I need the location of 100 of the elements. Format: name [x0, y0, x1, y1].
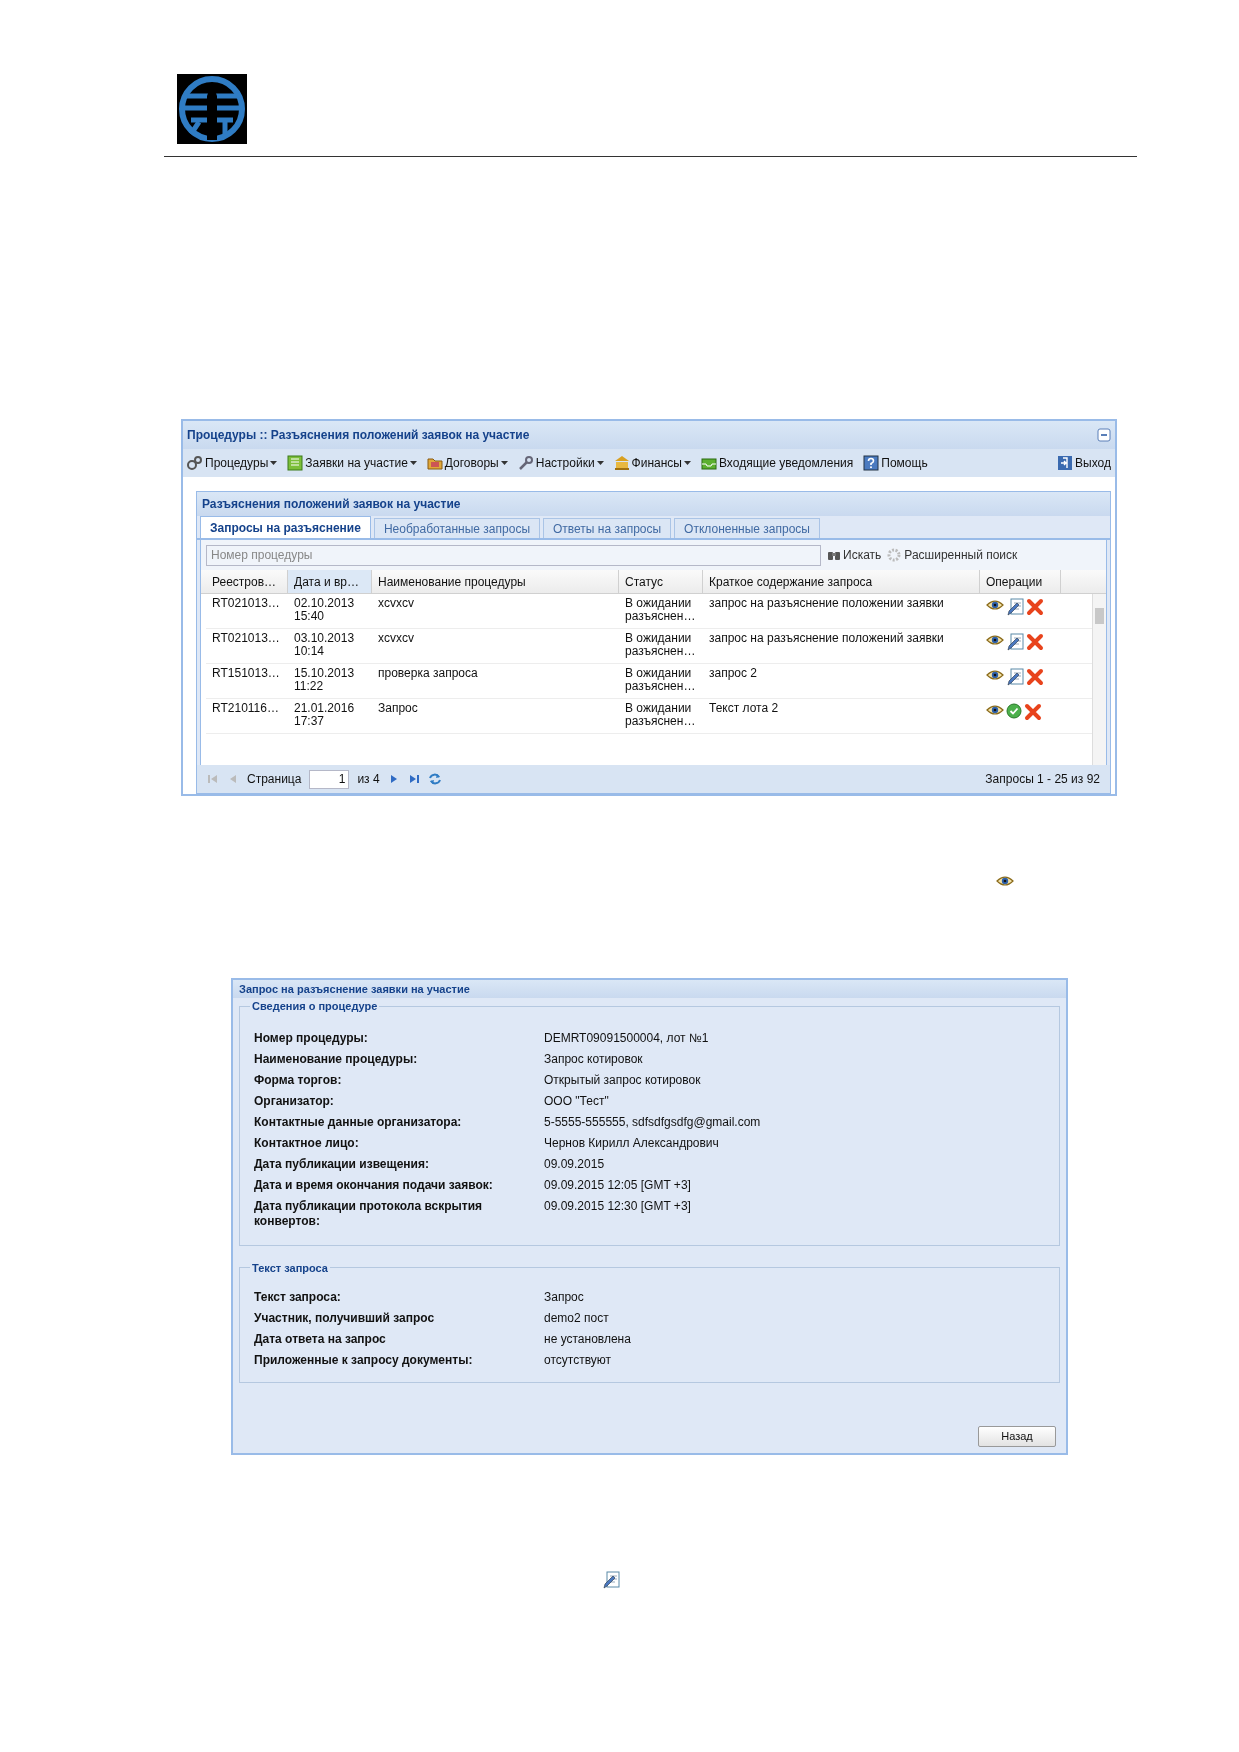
edit-document-icon[interactable]	[1006, 633, 1024, 651]
collapse-icon[interactable]	[1097, 428, 1111, 442]
gear-icon	[887, 548, 902, 562]
edit-document-icon[interactable]	[602, 1571, 620, 1589]
column-header[interactable]: Наименование процедуры	[372, 570, 619, 593]
exit-icon	[1057, 455, 1074, 471]
delete-icon[interactable]	[1024, 703, 1042, 721]
tab[interactable]: Отклоненные запросы	[674, 518, 820, 538]
table-cell-text: 03.10.2013 10:14	[293, 630, 356, 660]
field-label: Дата и время окончания подачи заявок:	[254, 1177, 494, 1193]
table-cell-text: 21.01.2016 17:37	[293, 700, 356, 730]
field-label: Наименование процедуры:	[254, 1051, 419, 1067]
field-label: Организатор:	[254, 1093, 335, 1109]
section-legend: Текст запроса	[250, 1259, 330, 1276]
field-value: DEMRT09091500004, лот №1	[544, 1030, 709, 1046]
column-header[interactable]: Статус	[619, 570, 703, 593]
field-label: Дата публикации протокола вскрытия конвертов:	[254, 1198, 484, 1229]
column-header[interactable]: Операции	[980, 570, 1061, 593]
folder-icon	[426, 455, 443, 471]
field-label: Текст запроса:	[254, 1290, 342, 1305]
page-field[interactable]: 1	[309, 769, 350, 789]
field-label: Дата публикации извещения:	[254, 1156, 430, 1172]
table-cell-text: запрос 2	[708, 665, 759, 682]
delete-icon[interactable]	[1026, 598, 1044, 616]
table-cell-text: проверка запроса	[377, 665, 479, 682]
field-value: Запрос	[544, 1290, 584, 1305]
menu-button[interactable]: Процедуры	[187, 454, 278, 472]
field-value: Запрос котировок	[544, 1051, 643, 1067]
last-page-icon[interactable]	[407, 773, 420, 785]
page-label: Страница	[247, 771, 302, 788]
eye-icon[interactable]	[986, 598, 1004, 612]
delete-icon[interactable]	[1026, 668, 1044, 686]
table-cell-text: В ожидании разъяснен…	[624, 595, 697, 625]
back-button[interactable]: Назад	[978, 1426, 1056, 1447]
section-legend: Сведения о процедуре	[250, 998, 380, 1015]
wrench-icon	[517, 455, 534, 471]
table-cell-text: В ожидании разъяснен…	[624, 700, 697, 730]
table-cell-text: 15.10.2013 11:22	[293, 665, 356, 695]
delete-icon[interactable]	[1026, 633, 1044, 651]
gears-icon	[187, 455, 203, 471]
logo	[177, 74, 247, 144]
field-label: Контактные данные организатора:	[254, 1114, 463, 1130]
field-value: отсутствуют	[544, 1353, 611, 1368]
edit-document-icon[interactable]	[1006, 668, 1024, 686]
check-icon[interactable]	[1006, 703, 1022, 719]
column-header[interactable]: Дата и вр…	[288, 570, 372, 593]
field-value: ООО "Тест"	[544, 1093, 609, 1109]
field-value: 5-5555-555555, sdfsdfgsdfg@gmail.com	[544, 1114, 761, 1130]
table-cell-text: xcvxcv	[377, 595, 415, 612]
field-label: Номер процедуры:	[254, 1030, 369, 1046]
panel-title: Разъяснения положений заявок на участие	[197, 492, 1110, 516]
field-value: 09.09.2015	[544, 1156, 605, 1172]
eye-icon[interactable]	[986, 633, 1004, 647]
help-icon	[863, 455, 880, 471]
table-cell-text: запрос на разъяснение положений заявки	[708, 630, 945, 647]
table-cell-text: RT021013…	[211, 595, 281, 612]
eye-icon[interactable]	[986, 668, 1004, 682]
column-header[interactable]: Краткое содержание запроса	[703, 570, 980, 593]
field-value: demo2 пост	[544, 1311, 609, 1326]
inbox-icon	[701, 455, 717, 471]
field-value: 09.09.2015 12:30 [GMT +3]	[544, 1198, 691, 1215]
table-cell-text: Запрос	[377, 700, 419, 717]
advanced-search-button[interactable]: Расширенный поиск	[887, 546, 1018, 564]
spreadsheet-icon	[287, 455, 304, 471]
field-label: Форма торгов:	[254, 1072, 343, 1088]
tab[interactable]: Ответы на запросы	[543, 518, 672, 538]
tab[interactable]: Запросы на разъяснение	[200, 516, 371, 538]
search-field[interactable]: Номер процедуры	[206, 544, 821, 566]
exit-button[interactable]: Выход	[1057, 454, 1111, 472]
field-label: Приложенные к запросу документы:	[254, 1353, 474, 1368]
field-label: Участник, получивший запрос	[254, 1311, 436, 1326]
table-cell-text: В ожидании разъяснен…	[624, 665, 697, 695]
table-cell-text: RT151013…	[211, 665, 281, 682]
records-summary: Запросы 1 - 25 из 92	[985, 771, 1100, 788]
menu-button[interactable]: Помощь	[863, 454, 928, 472]
menu-button[interactable]: Входящие уведомления	[701, 454, 854, 472]
table-cell-text: RT021013…	[211, 630, 281, 647]
field-value: Чернов Кирилл Александрович	[544, 1135, 719, 1151]
menu-button[interactable]: Договоры	[426, 454, 508, 472]
field-value: Открытый запрос котировок	[544, 1072, 701, 1088]
refresh-icon[interactable]	[427, 772, 442, 786]
eye-icon[interactable]	[986, 703, 1004, 717]
tab[interactable]: Необработанные запросы	[373, 518, 540, 538]
search-button[interactable]: Искать	[827, 546, 882, 564]
edit-document-icon[interactable]	[1006, 598, 1024, 616]
field-label: Контактное лицо:	[254, 1135, 360, 1151]
table-cell-text: xcvxcv	[377, 630, 415, 647]
table-cell-text: RT210116…	[211, 700, 280, 717]
menu-button[interactable]: Финансы	[613, 454, 691, 472]
menu-button[interactable]: Заявки на участие	[287, 454, 417, 472]
table-cell-text: 02.10.2013 15:40	[293, 595, 356, 625]
menu-button[interactable]: Настройки	[517, 454, 604, 472]
field-value: не установлена	[544, 1332, 631, 1347]
table-cell-text: В ожидании разъяснен…	[624, 630, 697, 660]
field-label: Дата ответа на запрос	[254, 1332, 387, 1347]
table-cell-text: запрос на разъяснение положении заявки	[708, 595, 945, 612]
dialog-title: Запрос на разъяснение заявки на участие	[233, 980, 1066, 998]
eye-icon[interactable]	[996, 874, 1014, 888]
window-title: Процедуры :: Разъяснения положений заявок на участие	[187, 427, 530, 444]
table-cell-text: Текст лота 2	[708, 700, 780, 717]
